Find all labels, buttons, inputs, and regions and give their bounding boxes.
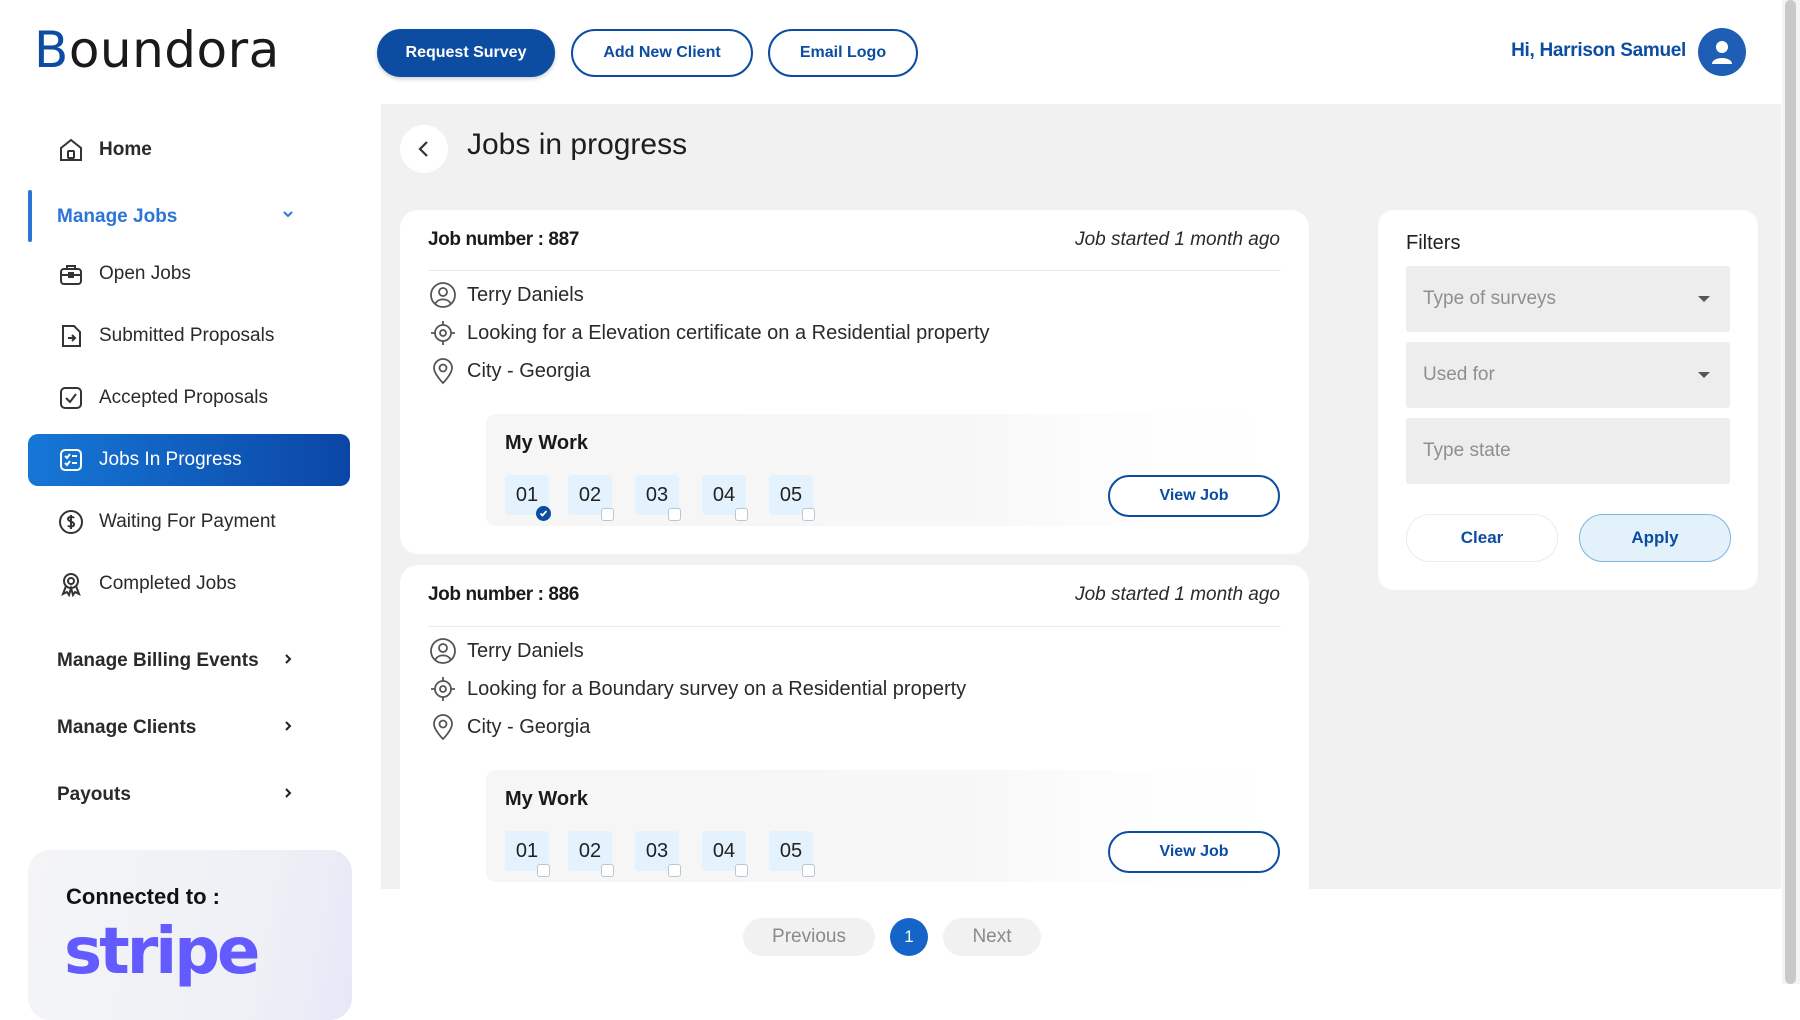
pagination-bar [381,889,1781,984]
email-logo-button[interactable]: Email Logo [768,29,918,77]
page-number-button[interactable]: 1 [890,918,928,956]
job-number: Job number : 887 [428,229,579,250]
user-circle-icon [428,280,458,310]
chevron-left-icon [418,141,428,157]
sidebar-item-label: Home [99,139,152,160]
chevron-right-icon[interactable] [282,719,294,736]
sidebar-item-open-jobs[interactable]: Open Jobs [28,248,350,300]
sidebar-item-home[interactable]: Home [28,124,350,176]
scrollbar-thumb[interactable] [1785,0,1796,984]
active-section-indicator [28,190,32,242]
boundora-logo[interactable]: Boundora [34,22,280,78]
sidebar-section-payouts[interactable]: Payouts [57,784,131,806]
job-description: Looking for a Boundary survey on a Resid… [428,674,966,704]
location-text: City - Georgia [467,715,591,738]
location-pin-icon [428,356,458,386]
sidebar-section-manage-billing-events[interactable]: Manage Billing Events [57,650,259,672]
sidebar-section-manage-clients[interactable]: Manage Clients [57,717,196,739]
stripe-logo: stripe [64,915,260,989]
job-started-time: Job started 1 month ago [1075,229,1280,250]
job-description: Looking for a Elevation certificate on a… [428,318,990,348]
view-job-button[interactable]: View Job [1108,475,1280,517]
chevron-down-icon[interactable] [282,207,294,223]
filters-title: Filters [1406,232,1461,254]
sidebar-item-accepted-proposals[interactable]: Accepted Proposals [28,372,350,424]
card-divider [428,270,1281,271]
description-text: Looking for a Boundary survey on a Resid… [467,677,967,700]
sidebar-section-manage-jobs[interactable]: Manage Jobs [57,206,177,228]
logo-wordmark: oundora [68,21,280,79]
used-for-select[interactable]: Used for [1406,342,1730,408]
location-text: City - Georgia [467,359,591,382]
step-checkbox[interactable] [668,508,681,521]
description-text: Looking for a Elevation certificate on a… [467,321,990,344]
job-client: Terry Daniels [428,280,584,310]
job-client: Terry Daniels [428,636,584,666]
user-icon [1712,41,1732,64]
view-job-button[interactable]: View Job [1108,831,1280,873]
chevron-right-icon[interactable] [282,786,294,803]
sidebar-item-label: Open Jobs [99,263,191,284]
dollar-icon [57,508,85,536]
step-checkbox[interactable] [537,864,550,877]
check-square-icon [57,384,85,412]
job-location: City - Georgia [428,712,590,742]
checklist-icon [57,446,85,474]
sidebar-item-label: Completed Jobs [99,573,237,594]
my-work-label: My Work [505,788,588,810]
sidebar-item-waiting-for-payment[interactable]: Waiting For Payment [28,496,350,548]
location-pin-icon [428,712,458,742]
chevron-right-icon[interactable] [282,652,294,669]
clear-filters-button[interactable]: Clear [1406,514,1558,562]
step-checkbox[interactable] [802,864,815,877]
client-name: Terry Daniels [467,639,584,662]
request-survey-button[interactable]: Request Survey [377,29,555,77]
step-checked-checkbox[interactable] [536,506,551,521]
select-placeholder: Used for [1423,364,1495,385]
user-avatar[interactable] [1698,28,1746,76]
check-icon [539,510,548,517]
sidebar-item-jobs-in-progress[interactable]: Jobs In Progress [28,434,350,486]
user-greeting: Hi, Harrison Samuel [1511,40,1686,61]
job-number: Job number : 886 [428,584,579,605]
step-checkbox[interactable] [601,508,614,521]
back-button[interactable] [400,125,448,173]
caret-down-icon [1698,372,1710,378]
sidebar-item-label: Waiting For Payment [99,511,276,532]
logo-initial: B [34,21,69,79]
step-checkbox[interactable] [735,508,748,521]
select-placeholder: Type of surveys [1423,288,1557,309]
next-page-button[interactable]: Next [943,918,1041,956]
sidebar-item-completed-jobs[interactable]: Completed Jobs [28,558,350,610]
sidebar-item-label: Jobs In Progress [99,449,242,470]
sidebar-item-label: Accepted Proposals [99,387,268,408]
award-icon [57,570,85,598]
sidebar-item-label: Submitted Proposals [99,325,275,346]
job-location: City - Georgia [428,356,590,386]
type-of-surveys-select[interactable]: Type of surveys [1406,266,1730,332]
job-started-time: Job started 1 month ago [1075,584,1280,605]
add-new-client-button[interactable]: Add New Client [571,29,753,77]
card-divider [428,626,1281,627]
step-checkbox[interactable] [735,864,748,877]
file-arrow-icon [57,322,85,350]
target-icon [428,318,458,348]
client-name: Terry Daniels [467,283,584,306]
briefcase-icon [57,260,85,288]
page-title: Jobs in progress [467,128,688,161]
home-icon [57,136,85,164]
type-state-input[interactable]: Type state [1406,418,1730,484]
user-circle-icon [428,636,458,666]
apply-filters-button[interactable]: Apply [1579,514,1731,562]
previous-page-button[interactable]: Previous [743,918,875,956]
step-checkbox[interactable] [802,508,815,521]
step-checkbox[interactable] [601,864,614,877]
input-placeholder: Type state [1423,440,1511,461]
caret-down-icon [1698,296,1710,302]
sidebar-item-submitted-proposals[interactable]: Submitted Proposals [28,310,350,362]
my-work-label: My Work [505,432,588,454]
connected-to-label: Connected to : [66,884,220,909]
target-icon [428,674,458,704]
step-checkbox[interactable] [668,864,681,877]
